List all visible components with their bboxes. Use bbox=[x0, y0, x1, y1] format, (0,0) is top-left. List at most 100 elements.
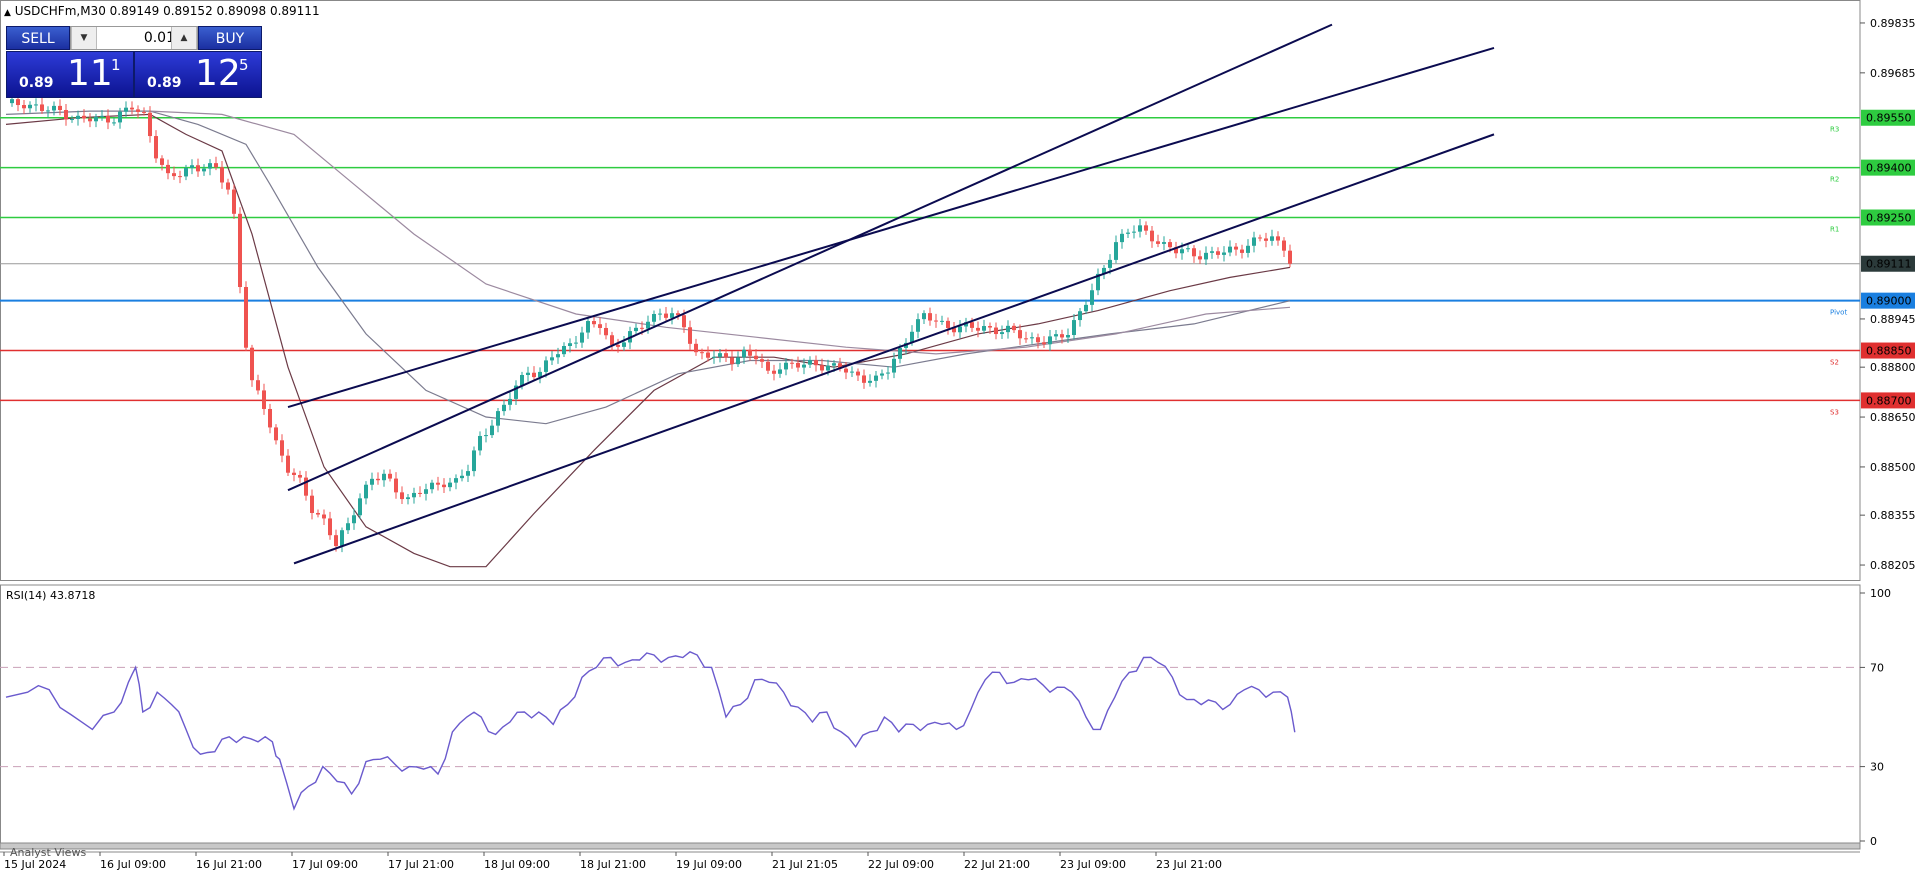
y-tick-label: 0.88205 bbox=[1870, 559, 1916, 572]
candle-body bbox=[16, 99, 20, 106]
candle-body bbox=[682, 315, 686, 328]
candle-body bbox=[28, 104, 32, 109]
candle-body bbox=[232, 189, 236, 214]
x-tick-label: 17 Jul 09:00 bbox=[292, 858, 358, 871]
sell-price-big: 11 bbox=[67, 53, 113, 94]
candle-body bbox=[154, 136, 158, 159]
candle-body bbox=[982, 326, 986, 331]
candle-body bbox=[136, 109, 140, 112]
candle-body bbox=[574, 342, 578, 344]
candle-body bbox=[274, 427, 278, 441]
candle-body bbox=[718, 353, 722, 357]
buy-button[interactable]: BUY bbox=[198, 26, 262, 50]
candle-body bbox=[268, 408, 272, 428]
sell-price-superscript: 1 bbox=[111, 56, 121, 74]
candle-body bbox=[406, 497, 410, 500]
candle-body bbox=[1126, 232, 1130, 234]
sell-button[interactable]: SELL bbox=[6, 26, 70, 50]
sell-price-button[interactable]: 0.89 11 1 bbox=[6, 51, 134, 98]
candle-body bbox=[784, 362, 788, 370]
x-tick-label: 19 Jul 09:00 bbox=[676, 858, 742, 871]
candle-body bbox=[1198, 256, 1202, 260]
candle-body bbox=[832, 363, 836, 366]
analyst-views-tab[interactable]: Analyst Views bbox=[10, 846, 86, 859]
candle-body bbox=[238, 213, 242, 288]
candle-body bbox=[778, 369, 782, 374]
y-tick-label: 0.89835 bbox=[1870, 17, 1916, 30]
buy-price-button[interactable]: 0.89 12 5 bbox=[134, 51, 262, 98]
candle-body bbox=[376, 478, 380, 481]
candle-body bbox=[742, 349, 746, 358]
lot-decrease-arrow-icon[interactable]: ▼ bbox=[71, 27, 97, 49]
current-price-label: 0.89111 bbox=[1866, 258, 1912, 271]
channel-line-2 bbox=[287, 46, 1495, 409]
candle-body bbox=[796, 362, 800, 368]
candle-body bbox=[496, 411, 500, 426]
candle-body bbox=[802, 364, 806, 368]
candle-body bbox=[748, 349, 752, 356]
candle-body bbox=[562, 346, 566, 355]
candle-body bbox=[214, 163, 218, 168]
level-tag: S3 bbox=[1830, 408, 1839, 416]
candle-body bbox=[1222, 252, 1226, 255]
candle-body bbox=[316, 512, 320, 515]
channel-line-1 bbox=[287, 23, 1333, 492]
candle-body bbox=[286, 455, 290, 473]
x-tick-label: 23 Jul 09:00 bbox=[1060, 858, 1126, 871]
candle-body bbox=[592, 321, 596, 325]
y-tick-label: 0.89685 bbox=[1870, 67, 1916, 80]
level-price-label: 0.88850 bbox=[1866, 345, 1912, 358]
candle-body bbox=[862, 375, 866, 383]
candle-body bbox=[208, 163, 212, 169]
candle-body bbox=[1240, 249, 1244, 253]
candle-body bbox=[196, 165, 200, 172]
rsi-y-tick-label: 0 bbox=[1870, 835, 1877, 848]
candle-body bbox=[184, 168, 188, 177]
candle-body bbox=[586, 321, 590, 333]
x-tick-label: 22 Jul 09:00 bbox=[868, 858, 934, 871]
x-tick-label: 15 Jul 2024 bbox=[4, 858, 66, 871]
level-tag: R2 bbox=[1830, 176, 1839, 184]
candle-body bbox=[616, 344, 620, 347]
rsi-y-tick-label: 30 bbox=[1870, 761, 1884, 774]
candle-body bbox=[1252, 237, 1256, 246]
buy-price-big: 12 bbox=[195, 53, 241, 94]
candle-body bbox=[124, 107, 128, 112]
level-price-label: 0.89400 bbox=[1866, 162, 1912, 175]
candle-body bbox=[64, 109, 68, 120]
candle-body bbox=[694, 343, 698, 353]
buy-price-superscript: 5 bbox=[239, 56, 249, 74]
candle-body bbox=[478, 435, 482, 451]
chart-canvas[interactable]: 0.89835 0.89685 0.88945 0.88800 0.88650 0.885… bbox=[0, 0, 1916, 874]
candle-body bbox=[946, 320, 950, 329]
x-tick-label: 21 Jul 21:05 bbox=[772, 858, 838, 871]
candle-body bbox=[688, 327, 692, 344]
candle-body bbox=[568, 343, 572, 347]
candle-body bbox=[1030, 337, 1034, 339]
candle-body bbox=[244, 287, 248, 348]
candle-body bbox=[130, 107, 134, 110]
triangle-up-icon[interactable]: ▲ bbox=[4, 8, 11, 18]
candle-body bbox=[724, 353, 728, 358]
candle-body bbox=[1288, 250, 1292, 264]
candle-body bbox=[658, 313, 662, 315]
channel-line-3 bbox=[293, 133, 1495, 565]
candle-body bbox=[1006, 325, 1010, 333]
lot-increase-arrow-icon[interactable]: ▲ bbox=[171, 27, 197, 49]
candle-body bbox=[1060, 334, 1064, 338]
candle-body bbox=[1036, 337, 1040, 343]
lot-size-input[interactable] bbox=[97, 27, 177, 49]
candle-body bbox=[484, 435, 488, 437]
candle-body bbox=[112, 122, 116, 124]
candle-body bbox=[1054, 334, 1058, 337]
candle-body bbox=[370, 478, 374, 485]
level-tag: Pivot bbox=[1830, 309, 1847, 317]
buy-price-prefix: 0.89 bbox=[147, 75, 182, 91]
candle-body bbox=[706, 352, 710, 358]
candle-body bbox=[976, 327, 980, 331]
candle-body bbox=[106, 115, 110, 123]
candle-body bbox=[412, 492, 416, 498]
candle-body bbox=[1186, 248, 1190, 250]
candle-body bbox=[766, 361, 770, 371]
candle-body bbox=[598, 324, 602, 328]
